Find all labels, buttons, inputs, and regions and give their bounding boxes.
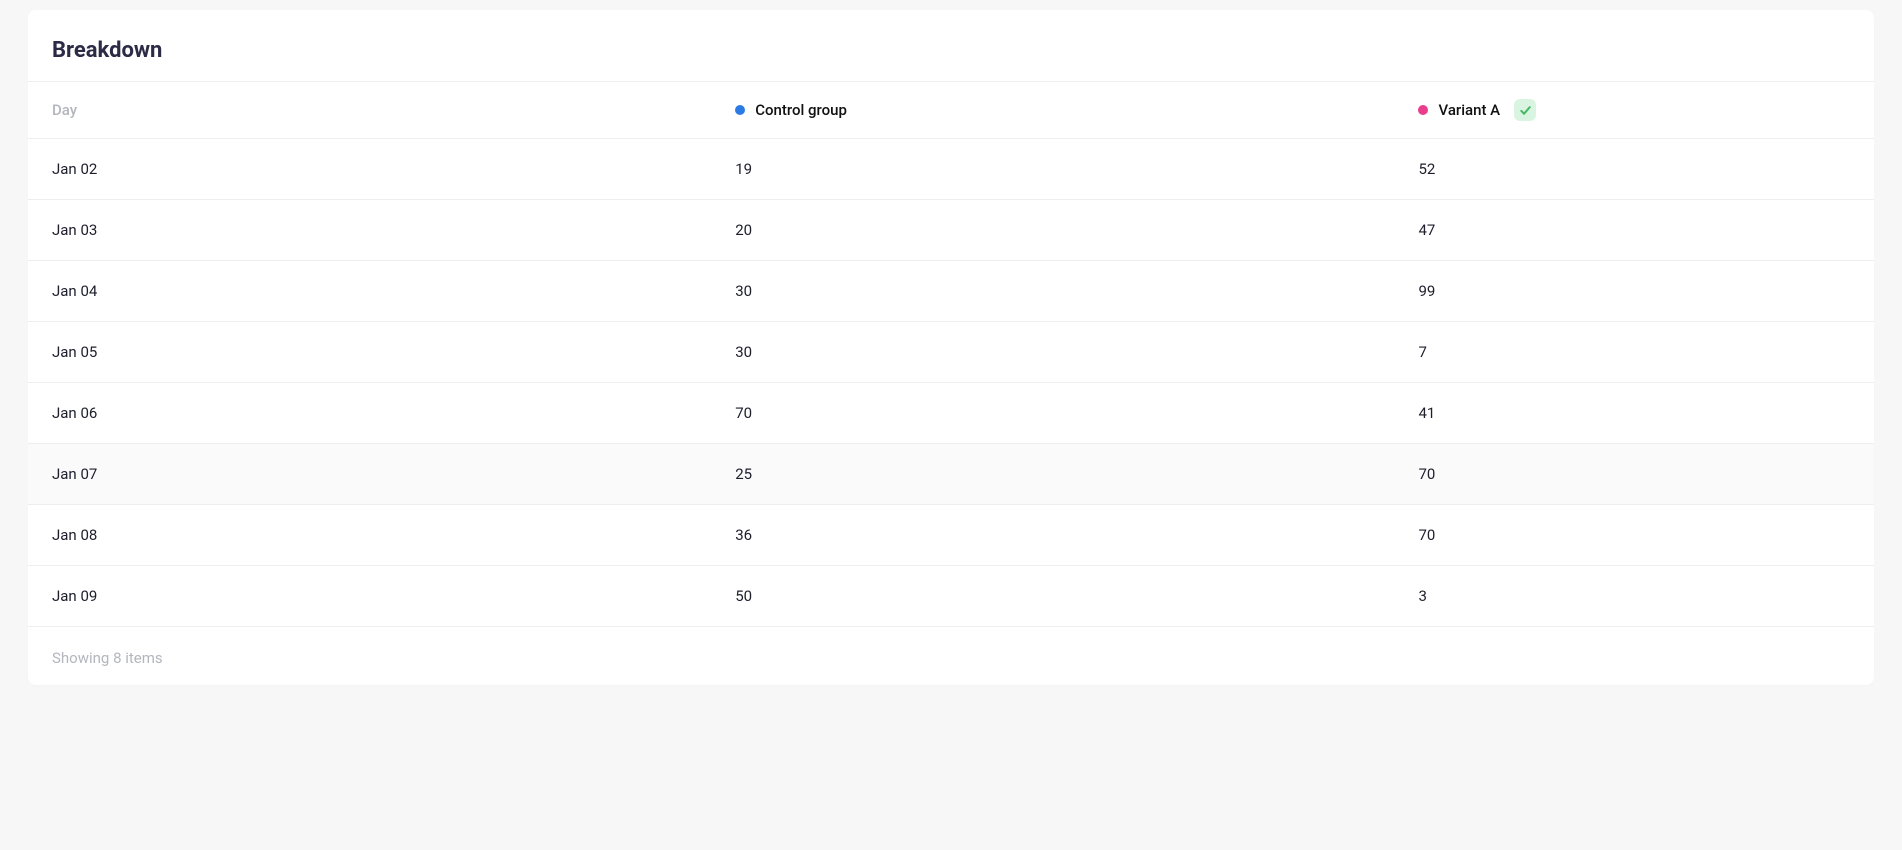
cell-variant-a: 52 [1418, 160, 1850, 178]
cell-control: 30 [735, 282, 1418, 300]
cell-variant-a: 70 [1418, 465, 1850, 483]
table-row[interactable]: Jan 05307 [28, 322, 1874, 383]
cell-day: Jan 06 [52, 404, 735, 422]
cell-day: Jan 09 [52, 587, 735, 605]
table-row[interactable]: Jan 09503 [28, 566, 1874, 627]
card-title: Breakdown [52, 38, 1850, 63]
page: Breakdown Day Control group Variant A Ja… [0, 0, 1902, 685]
cell-control: 30 [735, 343, 1418, 361]
table-row[interactable]: Jan 072570 [28, 444, 1874, 505]
check-icon [1519, 104, 1532, 117]
column-header-variant-a[interactable]: Variant A [1418, 99, 1850, 121]
cell-day: Jan 04 [52, 282, 735, 300]
cell-variant-a: 70 [1418, 526, 1850, 544]
series-dot-icon [1418, 105, 1428, 115]
cell-control: 25 [735, 465, 1418, 483]
table-footer: Showing 8 items [28, 627, 1874, 675]
column-header-variant-a-label: Variant A [1438, 101, 1500, 119]
cell-variant-a: 47 [1418, 221, 1850, 239]
cell-day: Jan 08 [52, 526, 735, 544]
table-header-row: Day Control group Variant A [28, 81, 1874, 139]
cell-day: Jan 05 [52, 343, 735, 361]
cell-day: Jan 03 [52, 221, 735, 239]
breakdown-table: Day Control group Variant A Jan 021952Ja… [28, 81, 1874, 627]
cell-control: 50 [735, 587, 1418, 605]
winner-badge [1514, 99, 1536, 121]
cell-variant-a: 41 [1418, 404, 1850, 422]
table-body: Jan 021952Jan 032047Jan 043099Jan 05307J… [28, 139, 1874, 627]
cell-control: 19 [735, 160, 1418, 178]
column-header-day[interactable]: Day [52, 101, 735, 119]
table-row[interactable]: Jan 021952 [28, 139, 1874, 200]
column-header-control-label: Control group [755, 101, 847, 119]
table-row[interactable]: Jan 032047 [28, 200, 1874, 261]
cell-day: Jan 07 [52, 465, 735, 483]
cell-variant-a: 3 [1418, 587, 1850, 605]
cell-control: 70 [735, 404, 1418, 422]
cell-variant-a: 7 [1418, 343, 1850, 361]
table-row[interactable]: Jan 067041 [28, 383, 1874, 444]
cell-control: 36 [735, 526, 1418, 544]
breakdown-card: Breakdown Day Control group Variant A Ja… [28, 10, 1874, 685]
table-row[interactable]: Jan 083670 [28, 505, 1874, 566]
column-header-control[interactable]: Control group [735, 101, 1418, 119]
cell-day: Jan 02 [52, 160, 735, 178]
series-dot-icon [735, 105, 745, 115]
table-row[interactable]: Jan 043099 [28, 261, 1874, 322]
card-header: Breakdown [28, 10, 1874, 81]
cell-control: 20 [735, 221, 1418, 239]
cell-variant-a: 99 [1418, 282, 1850, 300]
